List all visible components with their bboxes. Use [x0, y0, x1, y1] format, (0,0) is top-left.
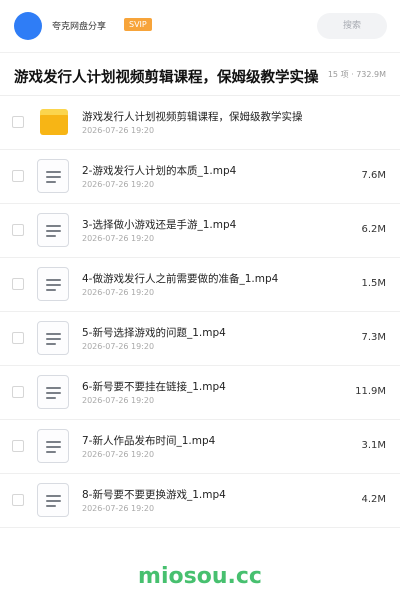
file-name: 2-游戏发行人计划的本质_1.mp4: [82, 165, 237, 177]
video-file-icon: [37, 429, 69, 463]
select-checkbox[interactable]: [12, 386, 24, 398]
avatar[interactable]: [14, 12, 42, 40]
file-row[interactable]: 3-选择做小游戏还是手游_1.mp4 2026-07-26 19:20 6.2M: [0, 204, 400, 258]
app-name: 夸克网盘分享: [52, 22, 107, 32]
file-size: 4.2M: [361, 494, 386, 505]
file-date: 2026-07-26 19:20: [82, 342, 155, 351]
file-name: 游戏发行人计划视频剪辑课程，保姆级教学实操: [82, 111, 303, 123]
file-name: 4-做游戏发行人之前需要做的准备_1.mp4: [82, 273, 279, 285]
file-list: 游戏发行人计划视频剪辑课程，保姆级教学实操 2026-07-26 19:20 2…: [0, 96, 400, 528]
select-checkbox[interactable]: [12, 494, 24, 506]
file-size: 3.1M: [361, 440, 386, 451]
file-row[interactable]: 8-新号要不要更换游戏_1.mp4 2026-07-26 19:20 4.2M: [0, 474, 400, 528]
file-date: 2026-07-26 19:20: [82, 288, 155, 297]
file-date: 2026-07-26 19:20: [82, 126, 155, 135]
video-file-icon: [37, 483, 69, 517]
video-file-icon: [37, 159, 69, 193]
file-name: 5-新号选择游戏的问题_1.mp4: [82, 327, 226, 339]
select-checkbox[interactable]: [12, 440, 24, 452]
file-size: 7.3M: [361, 332, 386, 343]
file-date: 2026-07-26 19:20: [82, 396, 155, 405]
file-name: 7-新人作品发布时间_1.mp4: [82, 435, 216, 447]
file-row[interactable]: 2-游戏发行人计划的本质_1.mp4 2026-07-26 19:20 7.6M: [0, 150, 400, 204]
folder-icon: [40, 109, 68, 135]
file-row[interactable]: 4-做游戏发行人之前需要做的准备_1.mp4 2026-07-26 19:20 …: [0, 258, 400, 312]
folder-meta: 15 项 · 732.9M: [327, 70, 386, 79]
select-checkbox[interactable]: [12, 116, 24, 128]
file-row[interactable]: 6-新号要不要挂在链接_1.mp4 2026-07-26 19:20 11.9M: [0, 366, 400, 420]
video-file-icon: [37, 375, 69, 409]
file-size: 7.6M: [361, 170, 386, 181]
watermark: miosou.cc: [138, 564, 262, 589]
file-row[interactable]: 5-新号选择游戏的问题_1.mp4 2026-07-26 19:20 7.3M: [0, 312, 400, 366]
page-title: 游戏发行人计划视频剪辑课程，保姆级教学实操: [14, 70, 319, 86]
file-size: 11.9M: [355, 386, 386, 397]
svip-badge: SVIP: [124, 18, 152, 31]
file-size: 1.5M: [361, 278, 386, 289]
file-name: 3-选择做小游戏还是手游_1.mp4: [82, 219, 237, 231]
select-checkbox[interactable]: [12, 170, 24, 182]
select-checkbox[interactable]: [12, 278, 24, 290]
file-date: 2026-07-26 19:20: [82, 504, 155, 513]
video-file-icon: [37, 213, 69, 247]
file-size: 6.2M: [361, 224, 386, 235]
file-row[interactable]: 7-新人作品发布时间_1.mp4 2026-07-26 19:20 3.1M: [0, 420, 400, 474]
video-file-icon: [37, 267, 69, 301]
file-row[interactable]: 游戏发行人计划视频剪辑课程，保姆级教学实操 2026-07-26 19:20: [0, 96, 400, 150]
divider: [0, 52, 400, 53]
file-name: 8-新号要不要更换游戏_1.mp4: [82, 489, 226, 501]
select-checkbox[interactable]: [12, 224, 24, 236]
file-date: 2026-07-26 19:20: [82, 180, 155, 189]
top-bar: 夸克网盘分享 SVIP 搜索: [0, 0, 400, 52]
search-input[interactable]: 搜索: [317, 13, 387, 39]
video-file-icon: [37, 321, 69, 355]
file-date: 2026-07-26 19:20: [82, 234, 155, 243]
file-name: 6-新号要不要挂在链接_1.mp4: [82, 381, 226, 393]
file-date: 2026-07-26 19:20: [82, 450, 155, 459]
select-checkbox[interactable]: [12, 332, 24, 344]
